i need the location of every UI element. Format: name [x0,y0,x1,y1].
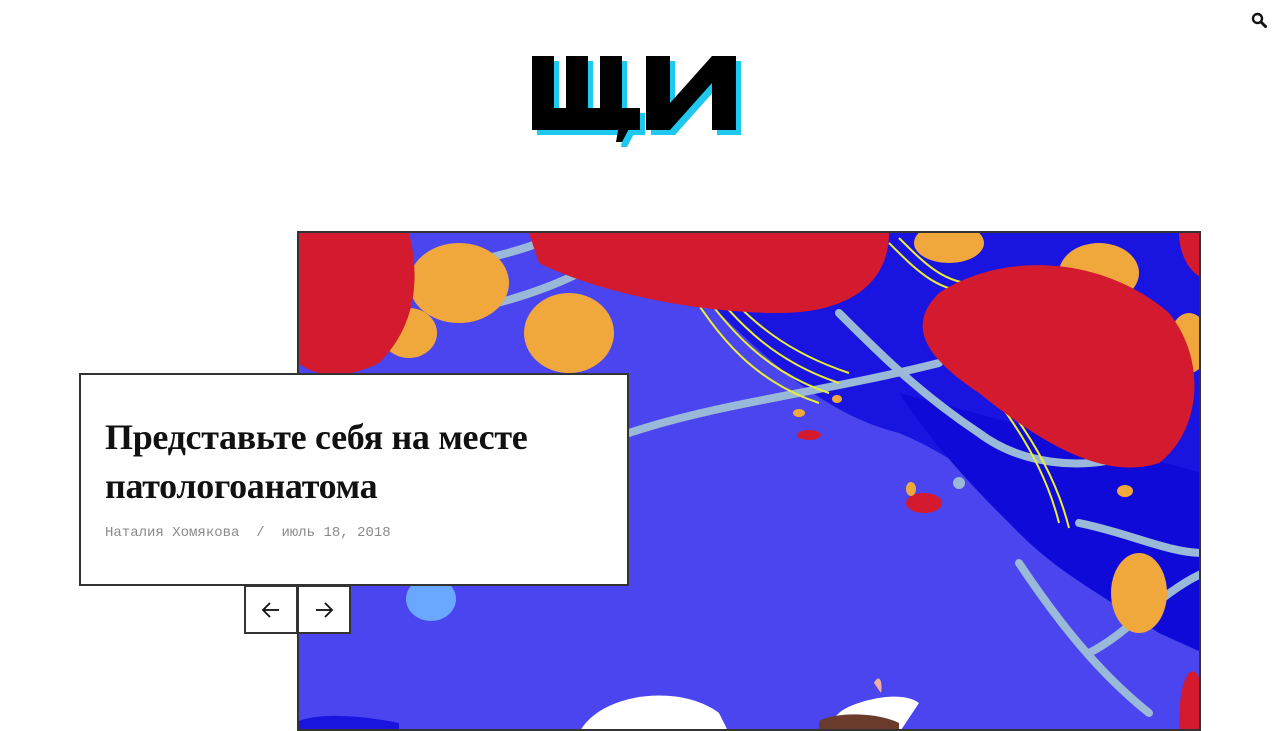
slider-prev-button[interactable] [244,585,298,634]
meta-separator: / [256,525,265,541]
article-meta: Наталия Хомякова / июль 18, 2018 [105,525,391,541]
slider-next-button[interactable] [297,585,351,634]
featured-article-card[interactable]: Представьте себя на месте патологоанатом… [79,373,629,586]
arrow-left-icon [261,601,279,618]
article-title[interactable]: Представьте себя на месте патологоанатом… [105,413,605,511]
arrow-right-icon [316,601,334,618]
article-author[interactable]: Наталия Хомякова [105,525,239,541]
search-icon [1251,12,1267,28]
site-logo[interactable] [526,56,756,156]
search-button[interactable] [1247,8,1271,32]
article-date: июль 18, 2018 [281,525,391,541]
